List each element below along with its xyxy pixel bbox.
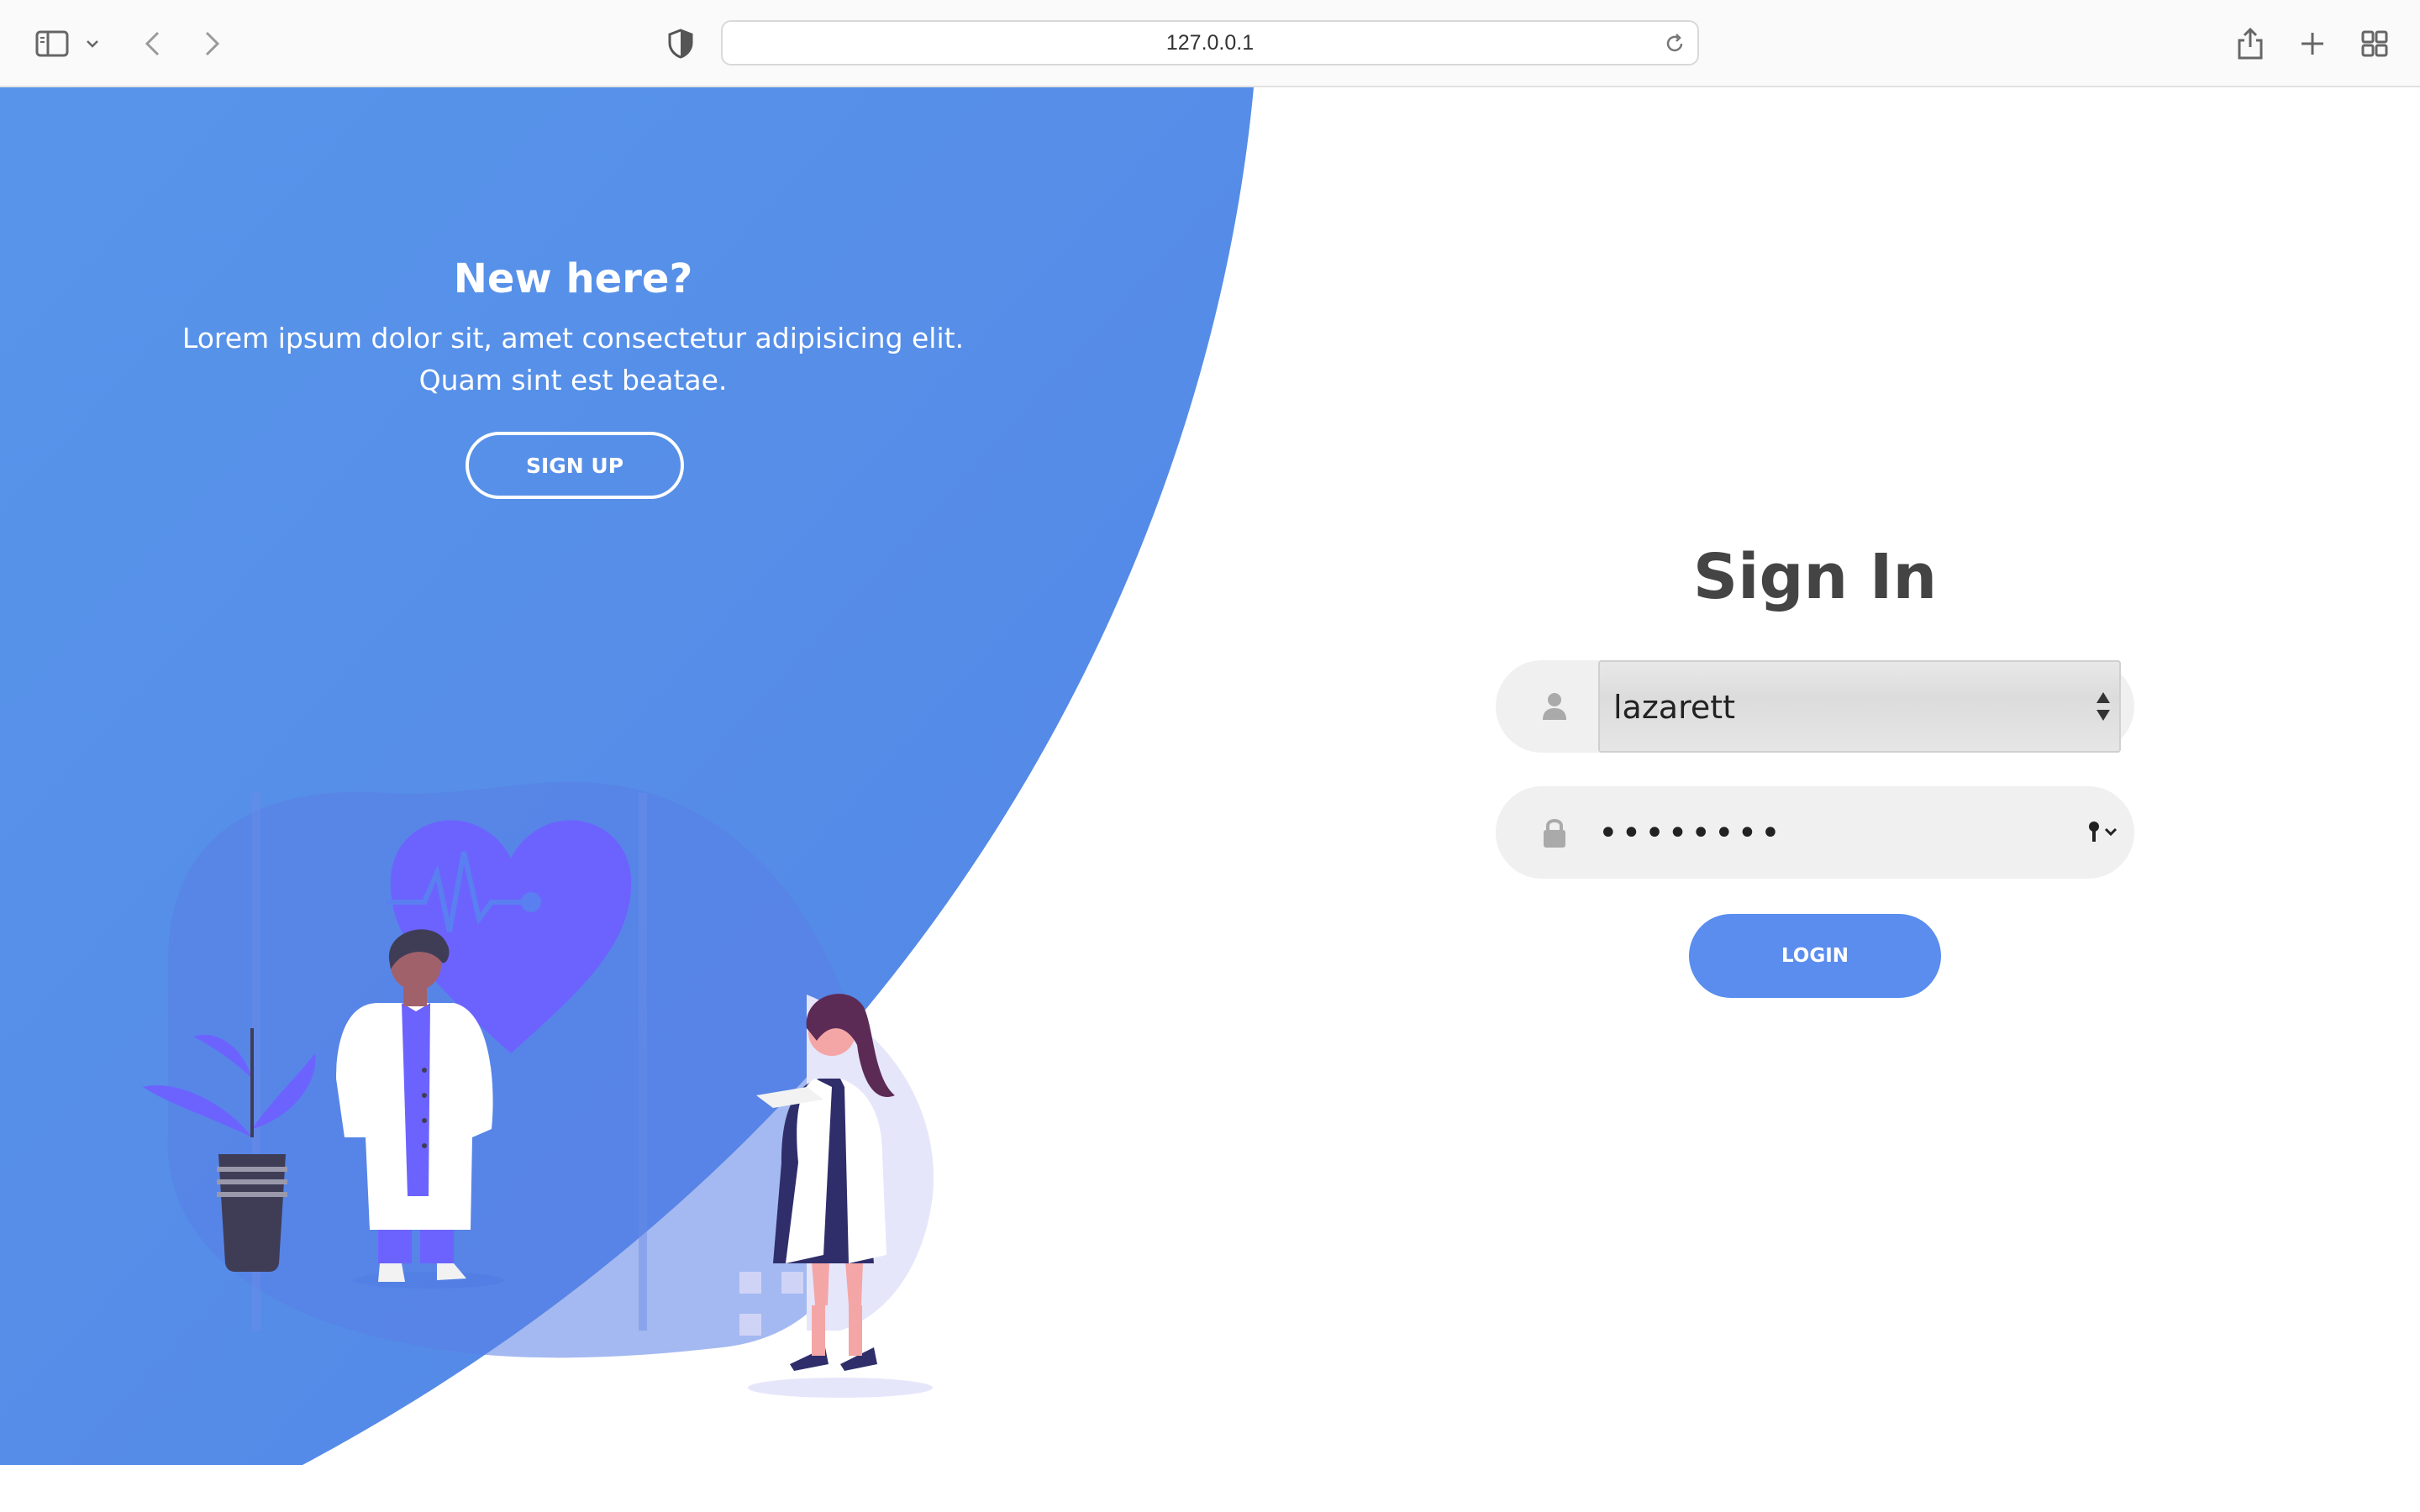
- lock-icon: [1538, 816, 1571, 849]
- privacy-shield-icon[interactable]: [659, 22, 702, 66]
- username-field[interactable]: [1496, 660, 2134, 753]
- promo-title: New here?: [453, 255, 693, 302]
- back-icon[interactable]: [131, 22, 175, 66]
- signup-button[interactable]: SIGN UP: [466, 432, 684, 499]
- login-page: New here? Lorem ipsum dolor sit, amet co…: [0, 87, 2420, 1465]
- share-icon[interactable]: [2228, 22, 2272, 66]
- tab-overview-icon[interactable]: [2353, 22, 2396, 66]
- user-icon: [1538, 690, 1571, 723]
- username-input[interactable]: [1612, 684, 2069, 731]
- password-field[interactable]: [1496, 786, 2134, 879]
- promo-panel: New here? Lorem ipsum dolor sit, amet co…: [143, 255, 1003, 402]
- signin-title: Sign In: [1692, 541, 1938, 613]
- autofill-stepper-icon[interactable]: [2094, 689, 2112, 724]
- url-text[interactable]: 127.0.0.1: [723, 22, 1697, 64]
- sidebar-icon[interactable]: [30, 22, 74, 66]
- chevron-down-icon[interactable]: [76, 22, 109, 66]
- forward-icon[interactable]: [190, 22, 234, 66]
- login-button[interactable]: LOGIN: [1689, 914, 1941, 998]
- promo-text: Lorem ipsum dolor sit, amet consectetur …: [182, 322, 965, 396]
- password-input[interactable]: [1597, 810, 2054, 857]
- reload-icon[interactable]: [1664, 33, 1686, 55]
- new-tab-icon[interactable]: [2291, 22, 2334, 66]
- doctors-illustration: [143, 781, 934, 1398]
- password-key-icon[interactable]: [2084, 818, 2123, 847]
- browser-toolbar: 127.0.0.1: [0, 0, 2420, 87]
- address-bar[interactable]: 127.0.0.1: [721, 20, 1699, 66]
